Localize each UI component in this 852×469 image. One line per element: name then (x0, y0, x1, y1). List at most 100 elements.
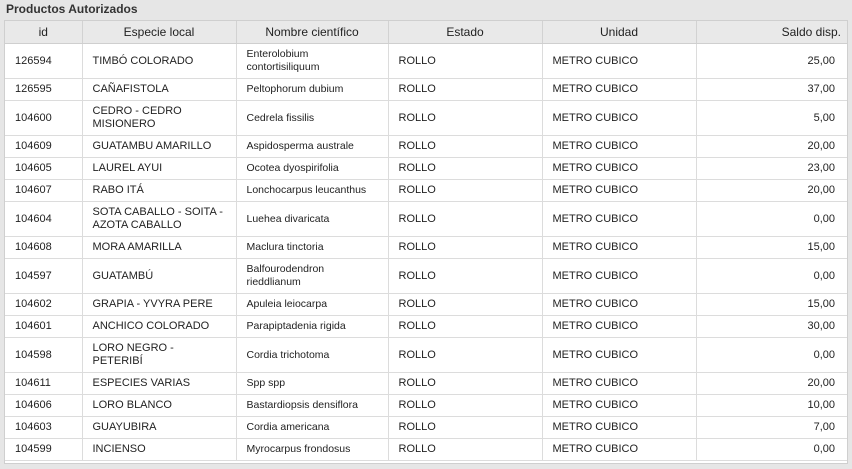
cell-saldo-disp: 37,00 (696, 78, 847, 101)
cell-saldo-disp: 7,00 (696, 416, 847, 439)
cell-nombre-cientifico: Maclura tinctoria (236, 236, 389, 259)
cell-estado: ROLLO (388, 337, 543, 373)
cell-estado: ROLLO (388, 157, 543, 180)
cell-especie-local: ANCHICO COLORADO (82, 315, 237, 338)
table-row[interactable]: 104602 GRAPIA - YVYRA PERE Apuleia leiocar… (5, 293, 847, 316)
cell-especie-local: ESPECIES VARIAS (82, 372, 237, 395)
cell-especie-local: GRAPIA - YVYRA PERE (82, 293, 237, 316)
cell-nombre-cientifico: Parapiptadenia rigida (236, 315, 389, 338)
cell-id: 104603 (5, 416, 83, 439)
cell-saldo-disp: 10,00 (696, 394, 847, 417)
cell-nombre-cientifico: Peltophorum dubium (236, 78, 389, 101)
table-row[interactable]: 104604 SOTA CABALLO - SOITA - AZOTA CABAL… (5, 201, 847, 237)
table-row[interactable]: 104600 CEDRO - CEDRO MISIONERO Cedrela fis… (5, 100, 847, 136)
table-row[interactable]: 104608 MORA AMARILLA Maclura tinctoria ROLL… (5, 236, 847, 259)
cell-nombre-cientifico: Aspidosperma australe (236, 135, 389, 158)
cell-estado: ROLLO (388, 201, 543, 237)
cell-estado: ROLLO (388, 258, 543, 294)
cell-id: 104608 (5, 236, 83, 259)
cell-nombre-cientifico: Bastardiopsis densiflora (236, 394, 389, 417)
cell-especie-local: LORO NEGRO - PETERIBÍ (82, 337, 237, 373)
cell-saldo-disp: 15,00 (696, 236, 847, 259)
cell-especie-local: LAUREL AYUI (82, 157, 237, 180)
cell-nombre-cientifico: Ocotea dyospirifolia (236, 157, 389, 180)
cell-id: 126594 (5, 43, 83, 79)
cell-especie-local: GUATAMBÚ (82, 258, 237, 294)
cell-id: 104597 (5, 258, 83, 294)
header-especie-local[interactable]: Especie local (82, 21, 237, 44)
cell-estado: ROLLO (388, 372, 543, 395)
table-row[interactable]: 104607 RABO ITÁ Lonchocarpus leucanthus ROL… (5, 179, 847, 202)
cell-id: 104599 (5, 438, 83, 461)
table-row[interactable]: 104601 ANCHICO COLORADO Parapiptadenia rig… (5, 315, 847, 338)
cell-saldo-disp: 5,00 (696, 100, 847, 136)
table-row[interactable]: 104611 ESPECIES VARIAS Spp spp ROLLO METRO C… (5, 372, 847, 395)
cell-unidad: METRO CUBICO (542, 100, 697, 136)
cell-unidad: METRO CUBICO (542, 157, 697, 180)
cell-estado: ROLLO (388, 394, 543, 417)
cell-unidad: METRO CUBICO (542, 258, 697, 294)
table-row[interactable]: 104598 LORO NEGRO - PETERIBÍ Cordia tricho… (5, 337, 847, 373)
cell-nombre-cientifico: Balfourodendron rieddlianum (236, 258, 389, 294)
cell-id: 104607 (5, 179, 83, 202)
header-id[interactable]: id (5, 21, 83, 44)
cell-id: 104600 (5, 100, 83, 136)
header-nombre-cientifico[interactable]: Nombre científico (236, 21, 389, 44)
cell-estado: ROLLO (388, 315, 543, 338)
cell-nombre-cientifico: Lonchocarpus leucanthus (236, 179, 389, 202)
cell-nombre-cientifico: Myrocarpus frondosus (236, 438, 389, 461)
cell-especie-local: RABO ITÁ (82, 179, 237, 202)
cell-nombre-cientifico: Luehea divaricata (236, 201, 389, 237)
cell-id: 104601 (5, 315, 83, 338)
cell-unidad: METRO CUBICO (542, 438, 697, 461)
cell-estado: ROLLO (388, 293, 543, 316)
cell-id: 104609 (5, 135, 83, 158)
cell-unidad: METRO CUBICO (542, 179, 697, 202)
cell-especie-local: CAÑAFISTOLA (82, 78, 237, 101)
cell-saldo-disp: 20,00 (696, 179, 847, 202)
table-row[interactable]: 104597 GUATAMBÚ Balfourodendron rieddlianu… (5, 258, 847, 294)
table-row[interactable]: 126595 CAÑAFISTOLA Peltophorum dubium ROLLO… (5, 78, 847, 101)
table-row[interactable]: 104609 GUATAMBU AMARILLO Aspidosperma aust… (5, 135, 847, 158)
cell-id: 104605 (5, 157, 83, 180)
cell-estado: ROLLO (388, 43, 543, 79)
header-unidad[interactable]: Unidad (542, 21, 697, 44)
cell-especie-local: GUAYUBIRA (82, 416, 237, 439)
table-body: 126594 TIMBÓ COLORADO Enterolobium contort… (5, 43, 847, 461)
cell-saldo-disp: 30,00 (696, 315, 847, 338)
cell-especie-local: TIMBÓ COLORADO (82, 43, 237, 79)
table-row[interactable]: 104603 GUAYUBIRA Cordia americana ROLLO METR… (5, 416, 847, 439)
table-row[interactable]: 104605 LAUREL AYUI Ocotea dyospirifolia ROL… (5, 157, 847, 180)
productos-table-container: id Especie local Nombre científico Estad… (4, 20, 848, 464)
header-estado[interactable]: Estado (388, 21, 543, 44)
productos-panel: Productos Autorizados id Especie local N… (0, 0, 852, 469)
panel-title: Productos Autorizados (6, 2, 138, 16)
cell-id: 104604 (5, 201, 83, 237)
cell-id: 104611 (5, 372, 83, 395)
cell-nombre-cientifico: Cordia trichotoma (236, 337, 389, 373)
cell-unidad: METRO CUBICO (542, 394, 697, 417)
table-row[interactable]: 126594 TIMBÓ COLORADO Enterolobium contort… (5, 43, 847, 79)
cell-unidad: METRO CUBICO (542, 315, 697, 338)
cell-unidad: METRO CUBICO (542, 78, 697, 101)
cell-nombre-cientifico: Spp spp (236, 372, 389, 395)
table-row[interactable]: 104606 LORO BLANCO Bastardiopsis densiflor… (5, 394, 847, 417)
cell-saldo-disp: 0,00 (696, 258, 847, 294)
cell-saldo-disp: 25,00 (696, 43, 847, 79)
cell-unidad: METRO CUBICO (542, 293, 697, 316)
cell-especie-local: SOTA CABALLO - SOITA - AZOTA CABALLO (82, 201, 237, 237)
cell-especie-local: CEDRO - CEDRO MISIONERO (82, 100, 237, 136)
cell-saldo-disp: 20,00 (696, 372, 847, 395)
cell-especie-local: INCIENSO (82, 438, 237, 461)
cell-id: 104602 (5, 293, 83, 316)
cell-nombre-cientifico: Cedrela fissilis (236, 100, 389, 136)
cell-unidad: METRO CUBICO (542, 372, 697, 395)
cell-unidad: METRO CUBICO (542, 135, 697, 158)
header-saldo-disp[interactable]: Saldo disp. (696, 21, 847, 44)
cell-saldo-disp: 20,00 (696, 135, 847, 158)
table-row[interactable]: 104599 INCIENSO Myrocarpus frondosus ROLLO M… (5, 438, 847, 461)
cell-estado: ROLLO (388, 100, 543, 136)
cell-saldo-disp: 0,00 (696, 337, 847, 373)
cell-saldo-disp: 23,00 (696, 157, 847, 180)
cell-saldo-disp: 15,00 (696, 293, 847, 316)
